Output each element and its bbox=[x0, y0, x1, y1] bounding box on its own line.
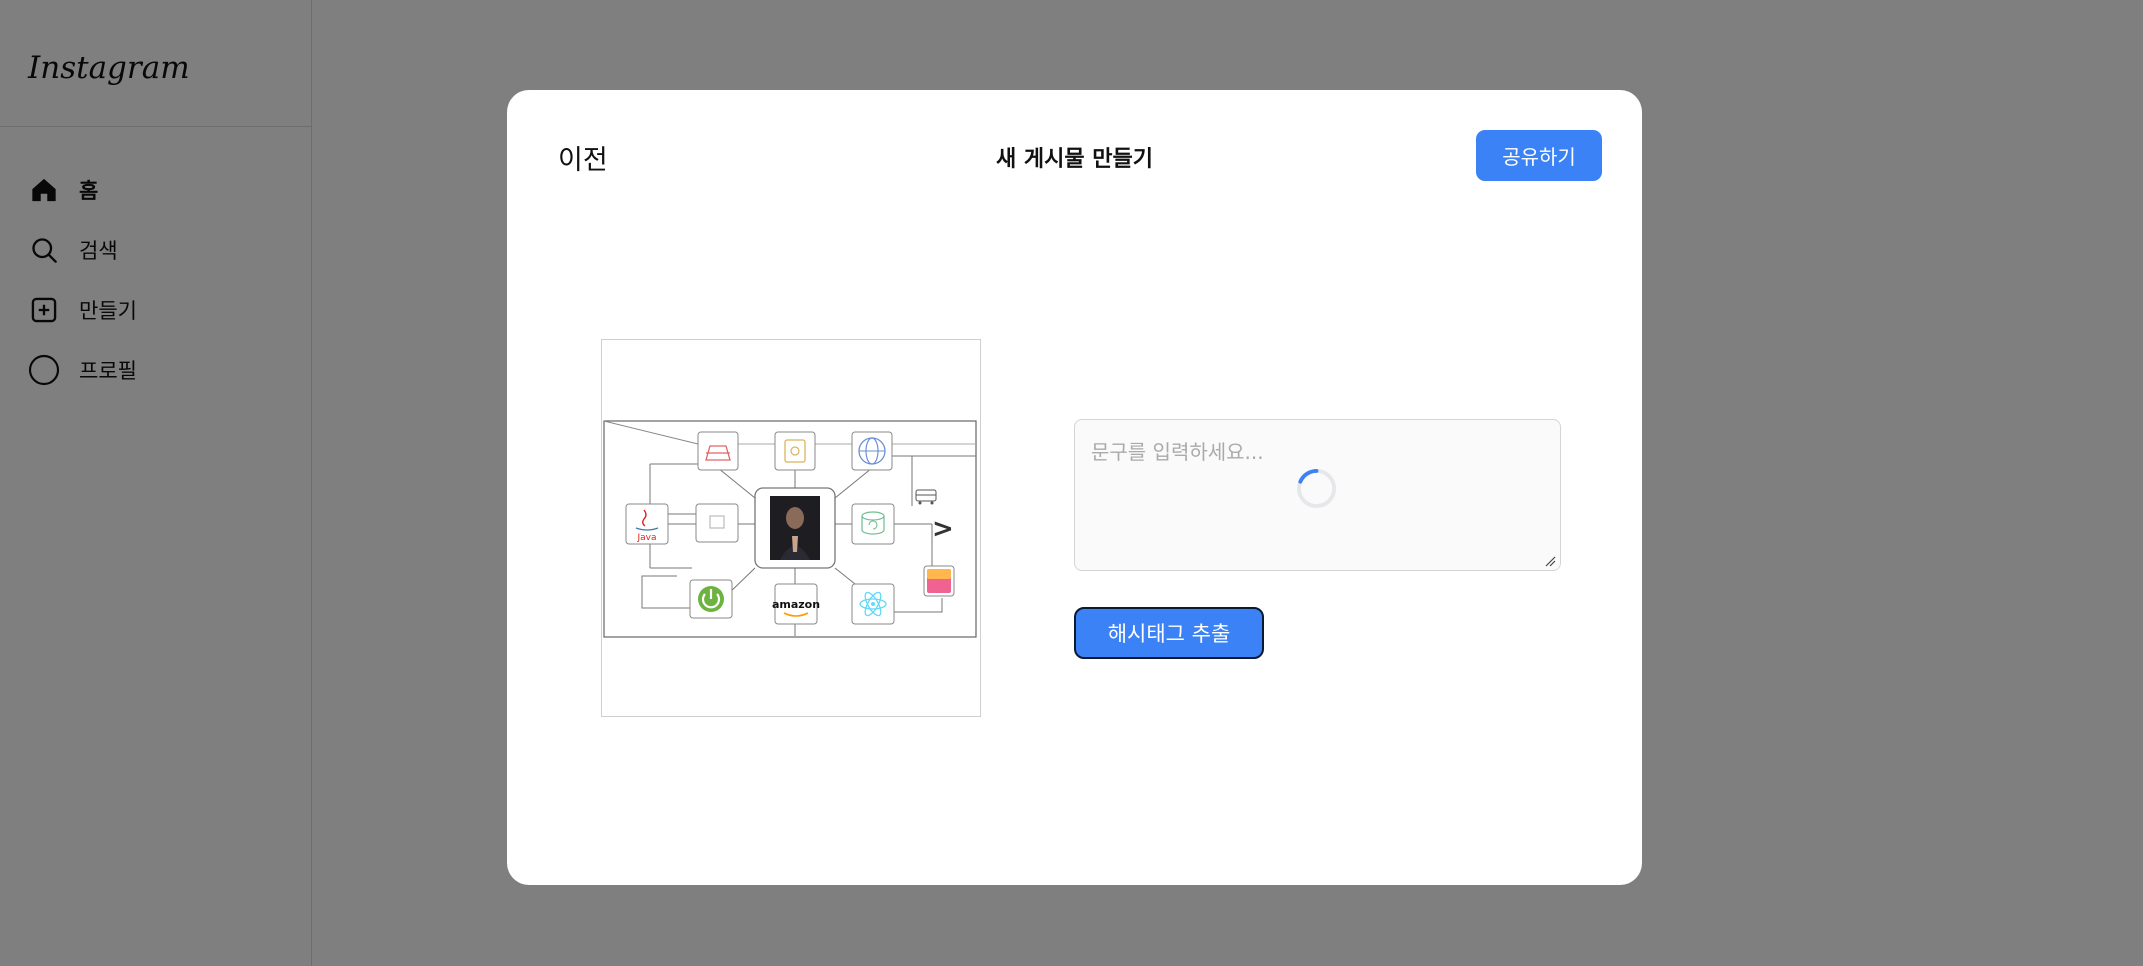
amazon-label: amazon bbox=[772, 598, 820, 611]
share-button[interactable]: 공유하기 bbox=[1476, 130, 1602, 181]
caption-box bbox=[1074, 419, 1561, 571]
create-post-modal: 이전 새 게시물 만들기 공유하기 Java > amazon 문구를 입력하세… bbox=[507, 90, 1642, 885]
modal-title: 새 게시물 만들기 bbox=[996, 147, 1153, 172]
svg-text:>: > bbox=[932, 514, 954, 544]
java-label: Java bbox=[636, 533, 656, 543]
resize-grip-icon[interactable] bbox=[1544, 555, 1556, 567]
loading-spinner-icon bbox=[1295, 467, 1338, 510]
post-image-preview: Java > amazon bbox=[601, 339, 981, 717]
tech-stack-diagram-image: Java > amazon bbox=[603, 420, 977, 638]
extract-hashtags-button[interactable]: 해시태그 추출 bbox=[1074, 607, 1264, 659]
